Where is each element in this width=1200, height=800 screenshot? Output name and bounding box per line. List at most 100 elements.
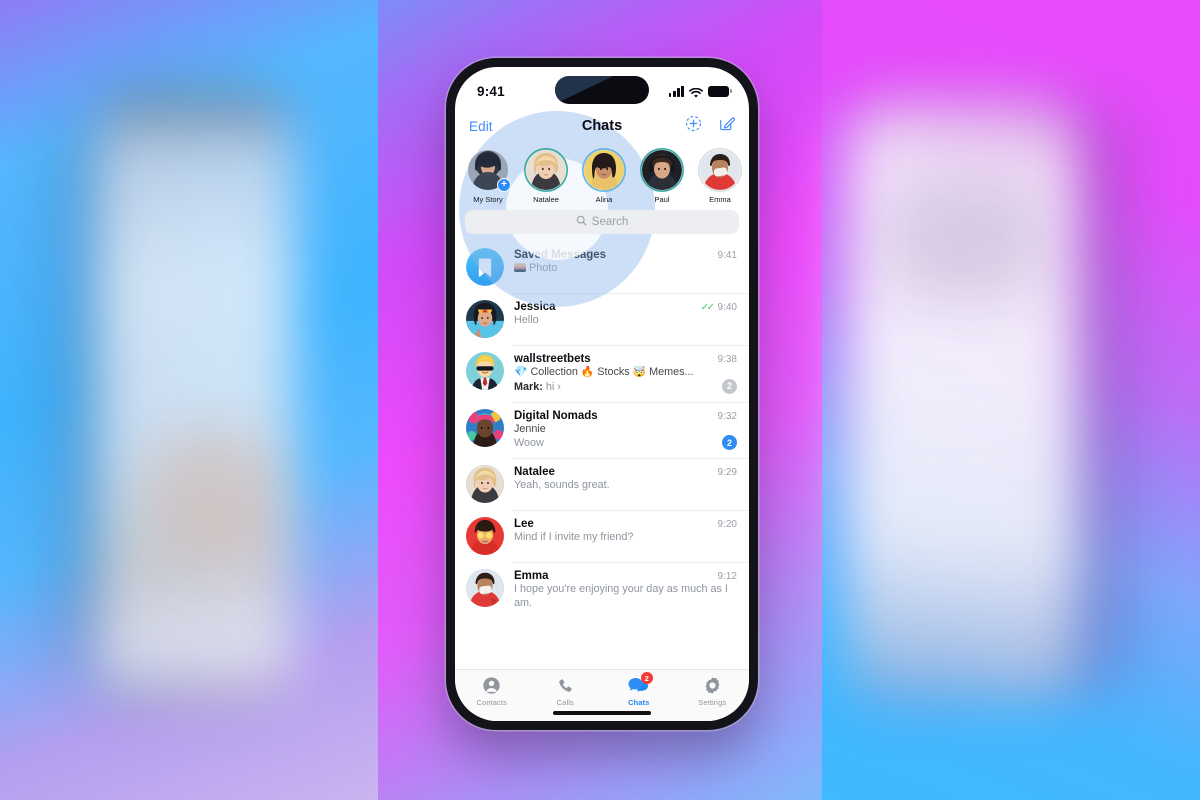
avatar — [466, 569, 504, 608]
chat-preview-sender-line: Mark: hi › — [514, 381, 737, 395]
chat-row-emma[interactable]: Emma 9:12 I hope you're enjoying your da… — [455, 562, 749, 618]
chat-meta: 9:41 — [712, 250, 737, 261]
chat-name: Emma — [514, 570, 549, 583]
chat-row-header: Lee 9:20 — [514, 518, 737, 530]
avatar — [642, 150, 682, 190]
chat-row-body: Emma 9:12 I hope you're enjoying your da… — [514, 569, 737, 611]
chat-row-natalee[interactable]: Natalee 9:29 Yeah, sounds great. — [455, 458, 749, 510]
chat-meta: 9:38 — [712, 354, 737, 365]
chat-time: 9:41 — [717, 250, 737, 261]
avatar — [466, 352, 504, 390]
chat-row-saved-messages[interactable]: Saved Messages 9:41 Photo — [455, 241, 749, 293]
story-item-paul[interactable]: Paul — [639, 148, 685, 204]
chat-row-lee[interactable]: Lee 9:20 Mind if I invite my friend? — [455, 510, 749, 562]
chat-meta: 9:20 — [712, 519, 737, 530]
chat-row-wallstreetbets[interactable]: wallstreetbets 9:38 💎 Collection 🔥 Stock… — [455, 345, 749, 402]
chat-time: 9:32 — [717, 410, 737, 422]
status-indicators — [668, 85, 732, 98]
story-ring — [524, 148, 568, 192]
chat-name: Digital Nomads — [514, 409, 598, 422]
chat-row-header: Saved Messages 9:41 — [514, 249, 737, 261]
story-label: Emma — [709, 195, 731, 204]
story-item-my-story[interactable]: + My Story — [465, 148, 511, 204]
chat-name: Natalee — [514, 466, 555, 479]
compose-icon[interactable] — [718, 115, 735, 137]
chat-meta: 9:32 — [712, 411, 737, 422]
chat-sender: Mark: — [514, 380, 543, 393]
chat-row-header: Digital Nomads 9:32 — [514, 410, 737, 422]
tab-label: Contacts — [476, 698, 507, 707]
chat-preview: Yeah, sounds great. — [514, 479, 610, 492]
chat-time: 9:12 — [717, 571, 737, 583]
chat-preview: Photo — [514, 262, 737, 276]
tab-calls[interactable]: Calls — [529, 675, 603, 707]
phone-icon — [529, 675, 603, 696]
chat-time: 9:20 — [717, 519, 737, 531]
chat-time: 9:38 — [717, 354, 737, 365]
chat-meta: ✓✓ 9:40 — [695, 302, 737, 313]
avatar — [466, 248, 504, 286]
unread-badge: 2 — [722, 378, 737, 394]
chat-row-body: wallstreetbets 9:38 💎 Collection 🔥 Stock… — [514, 352, 737, 395]
chat-meta: 9:29 — [712, 467, 737, 478]
page-title: Chats — [581, 118, 623, 134]
add-story-plus-icon[interactable]: + — [497, 178, 511, 192]
chat-row-jessica[interactable]: Jessica ✓✓ 9:40 Hello — [455, 293, 749, 345]
nav-bar: Edit Chats — [455, 109, 749, 143]
chat-name: Lee — [514, 518, 534, 531]
avatar — [466, 408, 504, 447]
status-bar: 9:41 — [455, 67, 749, 109]
avatar — [700, 150, 740, 190]
chat-row-header: wallstreetbets 9:38 — [514, 353, 737, 365]
chat-preview-text: Photo — [529, 262, 558, 274]
chat-row-body: Jessica ✓✓ 9:40 Hello — [514, 300, 737, 328]
chat-preview: Hello — [514, 314, 539, 326]
unread-badge: 2 — [722, 435, 737, 451]
avatar — [526, 150, 566, 190]
chat-sender: Jennie — [514, 422, 546, 435]
phone-screen: 9:41 Edit Chats + My Story Natalee Alina… — [455, 67, 749, 721]
chat-row-header: Emma 9:12 — [514, 570, 737, 582]
unread-badge-wrap: 2 — [722, 435, 737, 451]
tab-label: Calls — [556, 698, 574, 707]
story-item-natalee[interactable]: Natalee — [523, 148, 569, 204]
chat-row-body: Digital Nomads 9:32 Jennie Woow — [514, 409, 737, 452]
chat-time: 9:29 — [717, 467, 737, 479]
story-item-alina[interactable]: Alina — [581, 148, 627, 204]
cellular-bars-icon — [668, 85, 684, 97]
search-container: Search — [455, 208, 749, 241]
photo-thumbnail-icon — [514, 263, 526, 272]
story-ring: + — [466, 148, 511, 192]
home-indicator — [553, 711, 651, 715]
chat-row-body: Saved Messages 9:41 Photo — [514, 248, 737, 276]
chat-preview: I hope you're enjoying your day as much … — [514, 583, 728, 610]
tab-contacts[interactable]: Contacts — [455, 675, 529, 707]
status-clock: 9:41 — [477, 83, 505, 99]
add-circle-dashed-icon[interactable] — [685, 115, 702, 137]
chat-sender-message: hi › — [545, 380, 561, 393]
tab-bar[interactable]: Contacts Calls 2 Chats Settings — [455, 669, 749, 721]
chat-row-body: Lee 9:20 Mind if I invite my friend? — [514, 517, 737, 545]
blurred-phone-left-accent — [150, 430, 280, 560]
tab-chats[interactable]: 2 Chats — [602, 672, 676, 707]
story-item-emma[interactable]: Emma — [697, 148, 743, 204]
read-receipt-double-check-icon: ✓✓ — [700, 302, 715, 313]
wifi-icon — [689, 86, 703, 98]
chat-time: 9:40 — [717, 302, 737, 313]
blurred-phone-right-accent — [890, 180, 1040, 300]
edit-button[interactable]: Edit — [469, 119, 493, 134]
search-input[interactable]: Search — [465, 210, 739, 234]
chat-name: Jessica — [514, 301, 556, 313]
story-ring — [582, 148, 626, 192]
chat-preview: Woow — [514, 437, 544, 450]
chat-preview: 💎 Collection 🔥 Stocks 🤯 Memes... — [514, 366, 694, 378]
story-label: Alina — [595, 195, 613, 204]
stories-row[interactable]: + My Story Natalee Alina Paul Emma — [455, 143, 749, 208]
avatar — [466, 517, 504, 556]
story-label: My Story — [473, 195, 503, 204]
tab-settings[interactable]: Settings — [676, 675, 750, 707]
chat-preview: Mind if I invite my friend? — [514, 531, 634, 544]
chat-list[interactable]: Saved Messages 9:41 Photo Jessica ✓✓ 9:4… — [455, 241, 749, 669]
chat-row-digital-nomads[interactable]: Digital Nomads 9:32 Jennie Woow 2 — [455, 401, 749, 459]
chat-name: Saved Messages — [514, 249, 607, 261]
